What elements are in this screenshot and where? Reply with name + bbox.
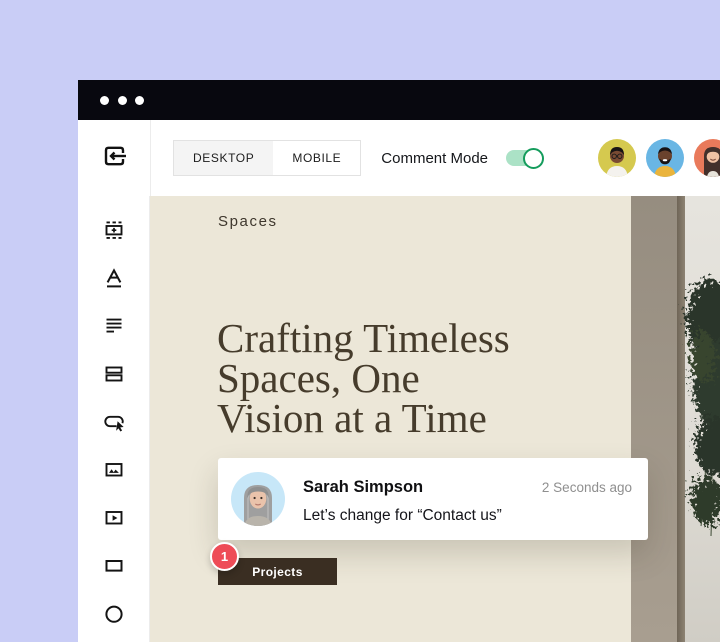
exit-editor-button[interactable] — [78, 120, 151, 196]
collaborator-avatars — [598, 139, 720, 177]
add-section-tool[interactable] — [78, 206, 149, 254]
text-tool[interactable] — [78, 254, 149, 302]
commenter-name: Sarah Simpson — [303, 478, 423, 497]
window-control-dot[interactable] — [135, 96, 144, 105]
comment-mode-label: Comment Mode — [381, 150, 488, 167]
comment-message: Let’s change for “Contact us” — [303, 507, 502, 525]
ellipse-tool[interactable] — [78, 590, 149, 638]
viewport-toggle: DESKTOP MOBILE — [173, 140, 361, 176]
editor-body: Spaces Crafting Timeless Spaces, One Vis… — [78, 196, 720, 642]
block-sidebar — [78, 196, 150, 642]
editor-toolbar: DESKTOP MOBILE Comment Mode — [78, 120, 720, 196]
layout-sections-tool[interactable] — [78, 350, 149, 398]
window-control-dot[interactable] — [100, 96, 109, 105]
plant-image — [631, 196, 720, 642]
paragraph-tool[interactable] — [78, 302, 149, 350]
exit-icon — [100, 142, 128, 175]
button-tool[interactable] — [78, 398, 149, 446]
toggle-knob — [523, 148, 544, 169]
desktop: { "titlebar": { "dots": 3 }, "toolbar": … — [0, 0, 720, 642]
hero-photo — [631, 196, 720, 642]
desktop-view-button[interactable]: DESKTOP — [174, 141, 273, 175]
hero-heading-line: Spaces, One — [217, 358, 510, 398]
avatar-collaborator-3[interactable] — [694, 139, 720, 177]
hero-heading-line: Vision at a Time — [217, 398, 510, 438]
page-canvas: Spaces Crafting Timeless Spaces, One Vis… — [150, 196, 720, 642]
mobile-view-button[interactable]: MOBILE — [273, 141, 360, 175]
window-control-dot[interactable] — [118, 96, 127, 105]
comment-count-badge[interactable]: 1 — [210, 542, 239, 571]
window-titlebar — [78, 80, 720, 120]
comment-mode-toggle[interactable] — [506, 150, 540, 166]
editor-window: DESKTOP MOBILE Comment Mode — [78, 80, 720, 642]
comment-card[interactable]: Sarah Simpson 2 Seconds ago Let’s change… — [218, 458, 648, 540]
avatar-collaborator-1[interactable] — [598, 139, 636, 177]
avatar-collaborator-2[interactable] — [646, 139, 684, 177]
hero-heading[interactable]: Crafting Timeless Spaces, One Vision at … — [217, 318, 510, 438]
commenter-avatar — [231, 472, 285, 526]
rectangle-tool[interactable] — [78, 542, 149, 590]
video-tool[interactable] — [78, 494, 149, 542]
image-tool[interactable] — [78, 446, 149, 494]
site-nav-label[interactable]: Spaces — [218, 213, 278, 230]
comment-timestamp: 2 Seconds ago — [542, 480, 632, 495]
hero-heading-line: Crafting Timeless — [217, 318, 510, 358]
